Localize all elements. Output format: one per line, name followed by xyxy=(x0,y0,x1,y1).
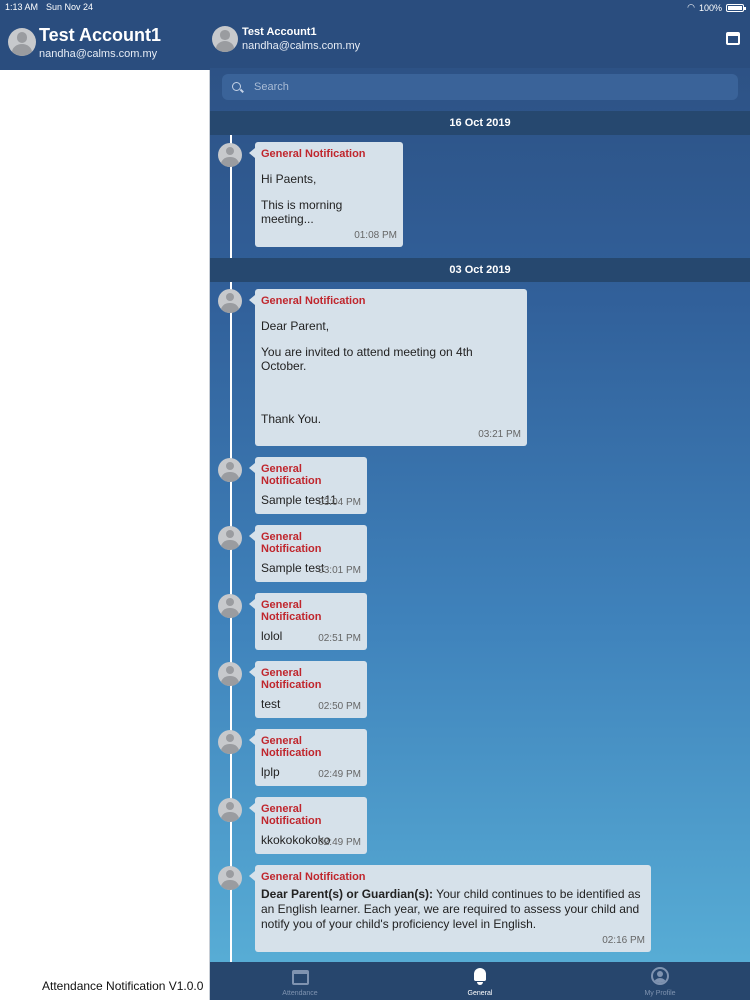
header-user-name: Test Account1 xyxy=(242,26,317,38)
battery-icon xyxy=(726,3,746,12)
search-icon xyxy=(232,82,241,91)
notification-title: General Notification xyxy=(261,463,322,487)
status-right: ◠ 100% xyxy=(687,2,746,13)
sender-avatar-icon xyxy=(218,662,242,686)
notification-bubble[interactable]: General Notification Dear Parent, You ar… xyxy=(249,289,527,446)
notification-title: General Notification xyxy=(261,599,322,623)
notification-time: 03:04 PM xyxy=(318,497,361,508)
date-header: 03 Oct 2019 xyxy=(210,258,750,282)
notification-text: Dear Parent, xyxy=(261,319,330,333)
notification-text: Dear Parent(s) or Guardian(s): Your chil… xyxy=(261,887,645,932)
notification-time: 03:21 PM xyxy=(478,429,521,440)
sidebar-user-name: Test Account1 xyxy=(39,25,162,45)
tab-general[interactable]: General xyxy=(390,962,570,1000)
sender-avatar-icon xyxy=(218,866,242,890)
notification-title: General Notification xyxy=(261,295,366,307)
notification-title: General Notification xyxy=(261,148,366,160)
notification-bubble[interactable]: General Notification kkokokokoko 02:49 P… xyxy=(249,797,367,854)
notification-title: General Notification xyxy=(261,531,322,555)
sender-avatar-icon xyxy=(218,143,242,167)
notification-time: 03:01 PM xyxy=(318,565,361,576)
tab-label: My Profile xyxy=(644,990,676,997)
notification-bubble[interactable]: General Notification lplp 02:49 PM xyxy=(249,729,367,786)
notification-text: Hi Paents, xyxy=(261,172,317,186)
notification-bubble[interactable]: General Notification lolol 02:51 PM xyxy=(249,593,367,650)
notification-title: General Notification xyxy=(261,667,322,691)
tab-my-profile[interactable]: My Profile xyxy=(570,962,750,1000)
timeline-line xyxy=(230,282,232,962)
bell-icon xyxy=(473,968,487,986)
sender-avatar-icon xyxy=(218,730,242,754)
notification-text: This is morning meeting... xyxy=(261,198,343,226)
notification-panel: Test Account1 nandha@calms.com.my 16 Oct… xyxy=(210,0,750,1000)
notification-text: You are invited to attend meeting on 4th… xyxy=(261,345,473,373)
avatar-icon xyxy=(212,26,238,52)
notification-bubble[interactable]: General Notification Dear Parent(s) or G… xyxy=(249,865,651,952)
sidebar: Test Account1 nandha@calms.com.my Attend… xyxy=(0,0,210,1000)
calendar-icon[interactable] xyxy=(726,32,740,45)
profile-icon xyxy=(651,967,669,985)
sender-avatar-icon xyxy=(218,594,242,618)
notification-bubble[interactable]: General Notification Sample test 03:01 P… xyxy=(249,525,367,582)
status-bar: 1:13 AM Sun Nov 24 ◠ 100% xyxy=(0,0,750,14)
notification-bubble[interactable]: General Notification test 02:50 PM xyxy=(249,661,367,718)
search-bar[interactable] xyxy=(222,74,738,100)
tab-attendance[interactable]: Attendance xyxy=(210,962,390,1000)
tab-bar: Attendance General My Profile xyxy=(210,962,750,1000)
battery-level: 100% xyxy=(698,2,722,13)
notification-time: 01:08 PM xyxy=(354,230,397,241)
notification-time: 02:16 PM xyxy=(602,935,645,946)
status-date: Sun Nov 24 xyxy=(46,2,94,12)
avatar-icon xyxy=(8,28,36,56)
notification-greeting: Dear Parent(s) or Guardian(s): xyxy=(261,887,434,901)
notification-time: 02:49 PM xyxy=(318,837,361,848)
notification-text: Thank You. xyxy=(261,412,322,426)
notification-title: General Notification xyxy=(261,803,322,827)
date-header: 16 Oct 2019 xyxy=(210,111,750,135)
notification-time: 02:51 PM xyxy=(318,633,361,644)
sender-avatar-icon xyxy=(218,526,242,550)
sender-avatar-icon xyxy=(218,458,242,482)
wifi-icon: ◠ xyxy=(687,2,695,12)
calendar-icon xyxy=(292,970,309,985)
sender-avatar-icon xyxy=(218,798,242,822)
notification-time: 02:49 PM xyxy=(318,769,361,780)
app-version: Attendance Notification V1.0.0 xyxy=(42,979,204,993)
notification-bubble[interactable]: General Notification Hi Paents, This is … xyxy=(249,142,403,247)
header-user-email: nandha@calms.com.my xyxy=(242,40,361,52)
notification-bubble[interactable]: General Notification Sample test11 03:04… xyxy=(249,457,367,514)
sender-avatar-icon xyxy=(218,289,242,313)
tab-label: Attendance xyxy=(282,990,318,997)
notification-title: General Notification xyxy=(261,871,366,883)
notification-title: General Notification xyxy=(261,735,322,759)
search-input[interactable] xyxy=(244,77,724,97)
status-time: 1:13 AM xyxy=(5,2,39,12)
notification-time: 02:50 PM xyxy=(318,701,361,712)
sidebar-user-email: nandha@calms.com.my xyxy=(39,48,158,60)
tab-label: General xyxy=(467,990,493,997)
